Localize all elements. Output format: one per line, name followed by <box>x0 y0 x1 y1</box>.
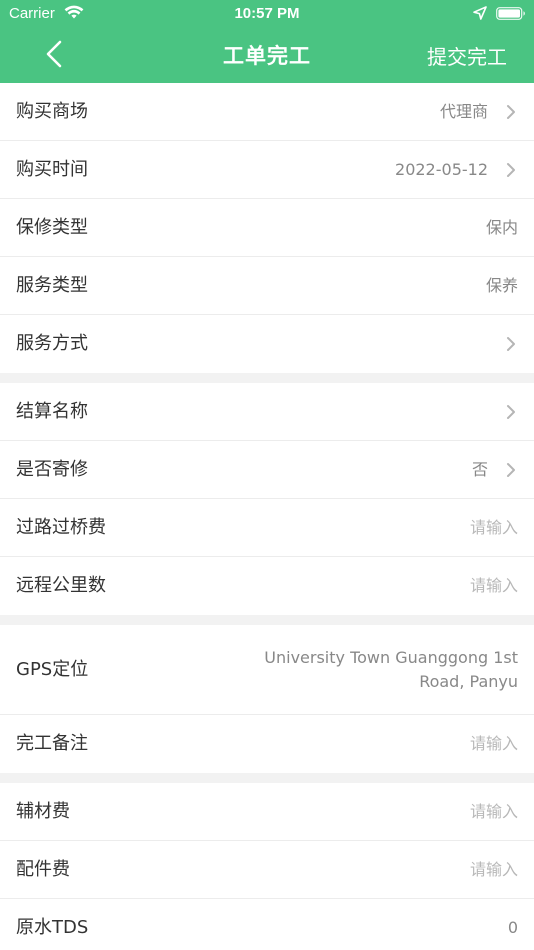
remote-km-label: 远程公里数 <box>16 575 106 596</box>
toll-fee-row: 过路过桥费 请输入 <box>0 499 534 557</box>
battery-icon <box>496 7 525 20</box>
gps-value: University Town Guanggong 1st Road, Pany… <box>218 646 518 694</box>
status-bar: Carrier 10:57 PM <box>0 0 534 28</box>
warranty-type-label: 保修类型 <box>16 217 88 238</box>
clock: 10:57 PM <box>234 5 300 22</box>
submit-complete-button[interactable]: 提交完工 <box>427 41 507 70</box>
warranty-type-row: 保修类型 保内 <box>0 199 534 257</box>
parts-fee-label: 配件费 <box>16 859 70 880</box>
mail-repair-label: 是否寄修 <box>16 459 88 480</box>
mail-repair-value: 否 <box>471 460 488 479</box>
material-fee-input[interactable]: 请输入 <box>470 783 518 841</box>
chevron-right-icon <box>507 337 515 351</box>
remote-km-input[interactable]: 请输入 <box>470 557 518 615</box>
raw-tds-input[interactable]: 0 <box>508 899 518 950</box>
chevron-right-icon <box>507 405 515 419</box>
settlement-name-label: 结算名称 <box>16 401 88 422</box>
chevron-right-icon <box>507 163 515 177</box>
section-divider <box>0 615 534 625</box>
remark-label: 完工备注 <box>16 733 88 754</box>
material-fee-label: 辅材费 <box>16 801 70 822</box>
remote-km-row: 远程公里数 请输入 <box>0 557 534 615</box>
store-value: 代理商 <box>439 102 488 121</box>
parts-fee-row: 配件费 请输入 <box>0 841 534 899</box>
service-method-label: 服务方式 <box>16 333 88 354</box>
material-fee-row: 辅材费 请输入 <box>0 783 534 841</box>
gps-address-line1: University Town Guanggong 1st <box>264 648 518 667</box>
parts-fee-input[interactable]: 请输入 <box>470 841 518 899</box>
raw-tds-label: 原水TDS <box>16 917 89 938</box>
mail-repair-row[interactable]: 是否寄修 否 <box>0 441 534 499</box>
service-type-value: 保养 <box>485 276 518 295</box>
service-type-label: 服务类型 <box>16 275 88 296</box>
toll-fee-label: 过路过桥费 <box>16 517 106 538</box>
purchase-time-row[interactable]: 购买时间 2022-05-12 <box>0 141 534 199</box>
purchase-time-label: 购买时间 <box>16 159 88 180</box>
gps-row: GPS定位 University Town Guanggong 1st Road… <box>0 625 534 715</box>
settlement-name-row[interactable]: 结算名称 <box>0 383 534 441</box>
service-method-row[interactable]: 服务方式 <box>0 315 534 373</box>
work-order-form: 购买商场 代理商 购买时间 2022-05-12 保修类型 保内 服务类型 保养… <box>0 83 534 950</box>
header: Carrier 10:57 PM 工单完工 提交完工 <box>0 0 534 83</box>
toll-fee-input[interactable]: 请输入 <box>470 499 518 557</box>
remark-row: 完工备注 请输入 <box>0 715 534 773</box>
chevron-right-icon <box>507 105 515 119</box>
section-divider <box>0 773 534 783</box>
warranty-type-value: 保内 <box>485 218 518 237</box>
raw-tds-row: 原水TDS 0 <box>0 899 534 950</box>
remark-input[interactable]: 请输入 <box>470 715 518 773</box>
nav-bar: 工单完工 提交完工 <box>0 28 534 83</box>
gps-address-line2: Road, Panyu <box>419 672 518 691</box>
location-arrow-icon <box>473 6 487 20</box>
store-label: 购买商场 <box>16 101 88 122</box>
chevron-right-icon <box>507 463 515 477</box>
section-divider <box>0 373 534 383</box>
service-type-row: 服务类型 保养 <box>0 257 534 315</box>
gps-label: GPS定位 <box>16 659 89 680</box>
purchase-time-value: 2022-05-12 <box>395 160 488 179</box>
store-row[interactable]: 购买商场 代理商 <box>0 83 534 141</box>
